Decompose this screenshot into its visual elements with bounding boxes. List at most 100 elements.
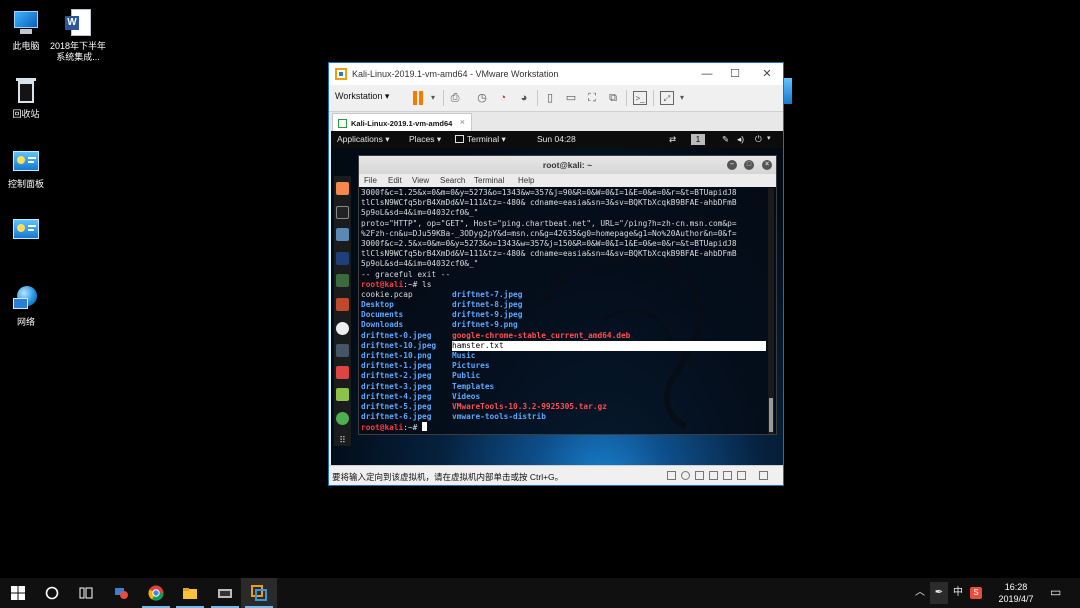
network-shortcut[interactable]: 网络 (0, 284, 56, 328)
start-button[interactable] (0, 578, 36, 608)
close-tab-icon[interactable]: × (460, 117, 465, 127)
minimize-button[interactable]: — (699, 66, 715, 82)
shortcut-label: 控制面板 (7, 179, 44, 189)
files-icon[interactable] (336, 228, 349, 241)
chrome-icon[interactable] (336, 412, 349, 425)
terminal-scrollbar[interactable] (768, 188, 774, 434)
maximize-button[interactable]: ☐ (727, 66, 743, 82)
control-panel-shortcut-2[interactable] (0, 214, 56, 247)
ls-entry: google-chrome-stable_current_amd64.deb (452, 330, 631, 340)
unity-icon[interactable]: ⧉ (606, 91, 620, 105)
log-output: 3000f&c=1.25&x=0&m=0&y=5273&o=1343&w=357… (361, 188, 766, 280)
taskbar-app-video[interactable] (207, 578, 243, 608)
word-document-shortcut[interactable]: W 2018年下半年系统集成... (48, 8, 108, 63)
action-center-icon[interactable]: ▭ (1050, 585, 1061, 599)
terminal-window[interactable]: root@kali: ~ – □ × File Edit View Search… (358, 155, 777, 435)
volume-icon[interactable]: ◂) (737, 134, 744, 145)
clock-time: 16:28 (1004, 582, 1028, 592)
armitage-icon[interactable] (336, 274, 349, 287)
ime-indicator[interactable]: 中 (953, 586, 963, 600)
console-view-icon[interactable]: ▭ (564, 91, 578, 105)
system-clock[interactable]: 16:28 2019/4/7 (992, 581, 1040, 605)
ls-row: driftnet-5.jpeg VMwareTools-10.3.2-992530… (361, 402, 766, 412)
firefox-icon[interactable] (336, 182, 349, 195)
faraday-icon[interactable] (336, 366, 349, 379)
show-hidden-icons-icon[interactable]: ︿ (915, 586, 925, 600)
message-log-icon[interactable] (759, 471, 768, 480)
terminal-output[interactable]: 3000f&c=1.25&x=0&m=0&y=5273&o=1343&w=357… (361, 188, 766, 434)
burpsuite-icon[interactable] (336, 298, 349, 311)
snapshot-icon[interactable]: ◷ (475, 91, 489, 105)
beef-icon[interactable] (336, 344, 349, 357)
scrollbar-thumb[interactable] (769, 398, 773, 432)
cortana-circle-icon (45, 586, 59, 600)
taskbar-app-network[interactable] (103, 578, 139, 608)
menu-search[interactable]: Search (440, 176, 465, 185)
close-button[interactable]: ✕ (759, 66, 775, 82)
guest-screen[interactable]: Applications ▾ Places ▾ Terminal ▾ Sun 0… (331, 131, 783, 465)
recycle-bin-shortcut[interactable]: 回收站 (0, 76, 56, 120)
task-view-button[interactable] (68, 578, 104, 608)
menu-help[interactable]: Help (518, 176, 534, 185)
applications-menu[interactable]: Applications ▾ (337, 134, 389, 145)
show-applications-icon[interactable]: ⠿ (336, 434, 349, 447)
revert-snapshot-icon[interactable]: ◔ (496, 91, 510, 105)
vmware-app-icon (335, 68, 347, 80)
taskbar-app-chrome[interactable] (138, 578, 174, 608)
current-prompt-line: root@kali:~# (361, 422, 766, 432)
ls-entry: cookie.pcap (361, 289, 413, 299)
pen-icon[interactable]: ✎ (722, 134, 729, 145)
terminal-icon[interactable]: >_ (633, 91, 647, 105)
maltego-icon[interactable] (336, 322, 349, 335)
leafpad-icon[interactable] (336, 388, 349, 401)
terminal-title-bar[interactable]: root@kali: ~ – □ × (359, 156, 776, 174)
cdrom-icon[interactable] (681, 471, 690, 480)
ls-entry: Videos (452, 391, 481, 401)
terminal-app-menu[interactable]: Terminal ▾ (455, 134, 506, 145)
terminal-dock-icon[interactable] (336, 206, 349, 219)
workspace-indicator[interactable]: 1 (691, 134, 705, 145)
menu-file[interactable]: File (364, 176, 377, 185)
sogou-input-icon[interactable]: S (970, 587, 982, 599)
chevron-down-icon[interactable]: ▾ (675, 91, 689, 105)
ls-row: driftnet-10.jpeg hamster.txt (361, 340, 766, 352)
ls-row: driftnet-1.jpeg Pictures (361, 361, 766, 371)
network-status-icon[interactable]: ⇄ (669, 134, 676, 145)
chevron-down-icon[interactable]: ▾ (767, 134, 771, 142)
fullscreen-icon[interactable]: ⛶ (585, 91, 599, 105)
menu-view[interactable]: View (412, 176, 429, 185)
menu-edit[interactable]: Edit (388, 176, 402, 185)
ls-entry: Downloads (361, 320, 404, 330)
taskbar-app-vmware[interactable] (241, 578, 277, 608)
log-line: 3000f&c=2.5&x=0&m=0&y=5273&o=1343&w=357&… (361, 238, 737, 248)
network-adapter-icon[interactable] (695, 471, 704, 480)
sidebar-toggle-icon[interactable]: ▯ (543, 91, 557, 105)
power-icon[interactable]: ⏻ (755, 134, 762, 145)
shell-prompt: root@kali (361, 423, 404, 433)
usb-icon[interactable] (709, 471, 718, 480)
close-icon[interactable]: × (762, 160, 772, 170)
chevron-down-icon[interactable]: ▾ (426, 91, 440, 105)
pen-workspace-icon[interactable]: ✒ (930, 582, 948, 604)
workstation-menu-button[interactable]: Workstation ▾ (335, 91, 389, 102)
taskbar-app-file-explorer[interactable] (172, 578, 208, 608)
vm-tab[interactable]: Kali-Linux-2019.1-vm-amd64 × (332, 113, 472, 132)
vmware-title-bar[interactable]: Kali-Linux-2019.1-vm-amd64 - VMware Work… (329, 63, 783, 85)
snapshot-manager-icon[interactable]: ◕ (517, 91, 531, 105)
pause-icon[interactable] (412, 91, 424, 105)
clock-date: 2019/4/7 (998, 594, 1034, 604)
kali-clock[interactable]: Sun 04:28 (537, 134, 576, 144)
menu-terminal[interactable]: Terminal (474, 176, 504, 185)
stretch-icon[interactable]: ⤢ (660, 91, 674, 105)
printer-icon[interactable] (737, 471, 746, 480)
cortana-search-button[interactable] (34, 578, 70, 608)
sound-icon[interactable] (723, 471, 732, 480)
places-menu[interactable]: Places ▾ (409, 134, 441, 145)
log-line: 5p9oL&sd=4&im=04032cf0&_" (361, 259, 479, 269)
send-keys-icon[interactable]: ⎙ (448, 91, 462, 105)
control-panel-shortcut[interactable]: 控制面板 (0, 146, 56, 190)
hdd-icon[interactable] (667, 471, 676, 480)
minimize-icon[interactable]: – (727, 160, 737, 170)
metasploit-icon[interactable] (336, 252, 349, 265)
maximize-icon[interactable]: □ (744, 160, 754, 170)
